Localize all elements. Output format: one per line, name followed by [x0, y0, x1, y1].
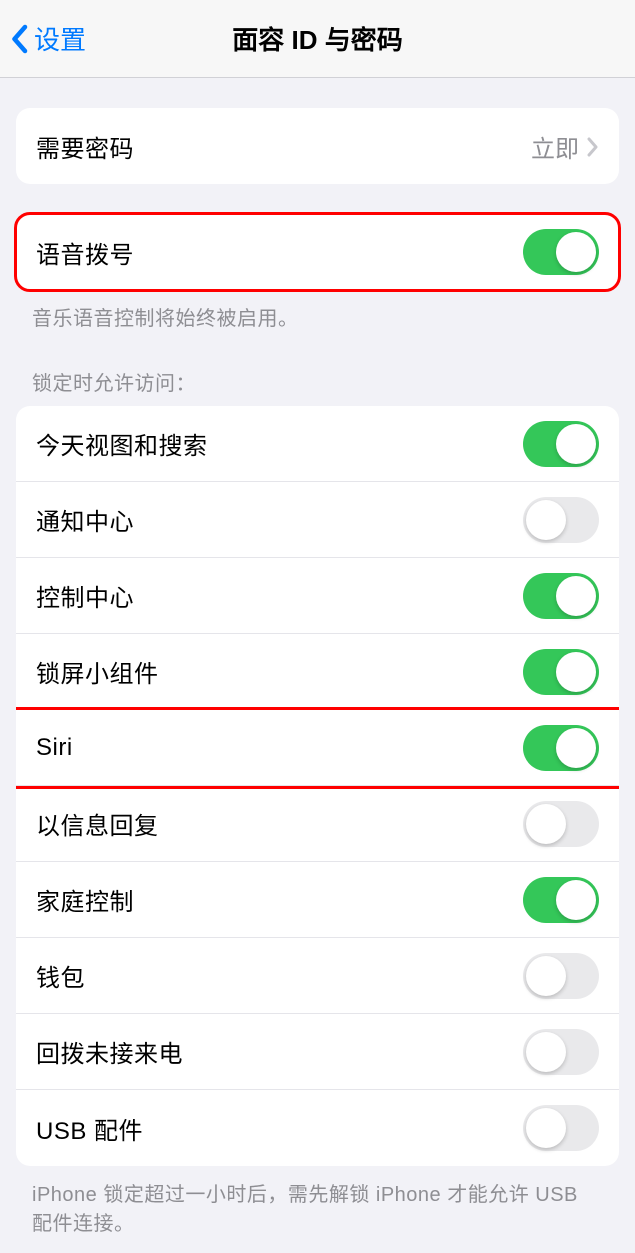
lock-screen-widgets-toggle[interactable] — [523, 649, 599, 695]
usb-accessories-toggle[interactable] — [523, 1105, 599, 1151]
require-passcode-row[interactable]: 需要密码 立即 — [16, 108, 619, 184]
nav-bar: 设置 面容 ID 与密码 — [0, 0, 635, 78]
control-center-label: 控制中心 — [36, 578, 134, 613]
voice-dial-label: 语音拨号 — [36, 235, 134, 270]
wallet-row: 钱包 — [16, 938, 619, 1014]
siri-row: Siri — [16, 710, 619, 786]
usb-accessories-label: USB 配件 — [36, 1111, 143, 1146]
voice-dial-footer: 音乐语音控制将始终被启用。 — [0, 290, 635, 331]
reply-with-message-row: 以信息回复 — [16, 786, 619, 862]
require-passcode-value: 立即 — [531, 129, 599, 164]
today-view-row: 今天视图和搜索 — [16, 406, 619, 482]
siri-toggle[interactable] — [523, 725, 599, 771]
notification-center-toggle[interactable] — [523, 497, 599, 543]
today-view-toggle[interactable] — [523, 421, 599, 467]
toggle-knob — [556, 232, 596, 272]
return-missed-calls-row: 回拨未接来电 — [16, 1014, 619, 1090]
voice-dial-row: 语音拨号 — [16, 214, 619, 290]
usb-footer: iPhone 锁定超过一小时后，需先解锁 iPhone 才能允许 USB 配件连… — [0, 1166, 635, 1236]
today-view-label: 今天视图和搜索 — [36, 426, 208, 461]
reply-with-message-toggle[interactable] — [523, 801, 599, 847]
lock-access-group: 今天视图和搜索 通知中心 控制中心 锁屏小组件 Siri 以信息回复 家庭控制 — [16, 406, 619, 1166]
chevron-right-icon — [587, 136, 599, 156]
back-button[interactable]: 设置 — [0, 20, 86, 57]
control-center-row: 控制中心 — [16, 558, 619, 634]
chevron-left-icon — [10, 24, 28, 54]
require-passcode-group: 需要密码 立即 — [16, 108, 619, 184]
reply-with-message-label: 以信息回复 — [36, 806, 159, 841]
voice-dial-group: 语音拨号 — [16, 214, 619, 290]
notification-center-label: 通知中心 — [36, 502, 134, 537]
voice-dial-toggle[interactable] — [523, 229, 599, 275]
page-title: 面容 ID 与密码 — [232, 20, 402, 57]
return-missed-calls-label: 回拨未接来电 — [36, 1034, 183, 1069]
lock-screen-widgets-row: 锁屏小组件 — [16, 634, 619, 710]
siri-label: Siri — [36, 734, 73, 762]
lock-screen-widgets-label: 锁屏小组件 — [36, 654, 159, 689]
usb-accessories-row: USB 配件 — [16, 1090, 619, 1166]
lock-access-header: 锁定时允许访问： — [0, 367, 635, 406]
return-missed-calls-toggle[interactable] — [523, 1029, 599, 1075]
notification-center-row: 通知中心 — [16, 482, 619, 558]
wallet-label: 钱包 — [36, 958, 85, 993]
require-passcode-label: 需要密码 — [36, 129, 134, 164]
home-control-label: 家庭控制 — [36, 882, 134, 917]
home-control-toggle[interactable] — [523, 877, 599, 923]
wallet-toggle[interactable] — [523, 953, 599, 999]
control-center-toggle[interactable] — [523, 573, 599, 619]
back-label: 设置 — [34, 20, 86, 57]
home-control-row: 家庭控制 — [16, 862, 619, 938]
